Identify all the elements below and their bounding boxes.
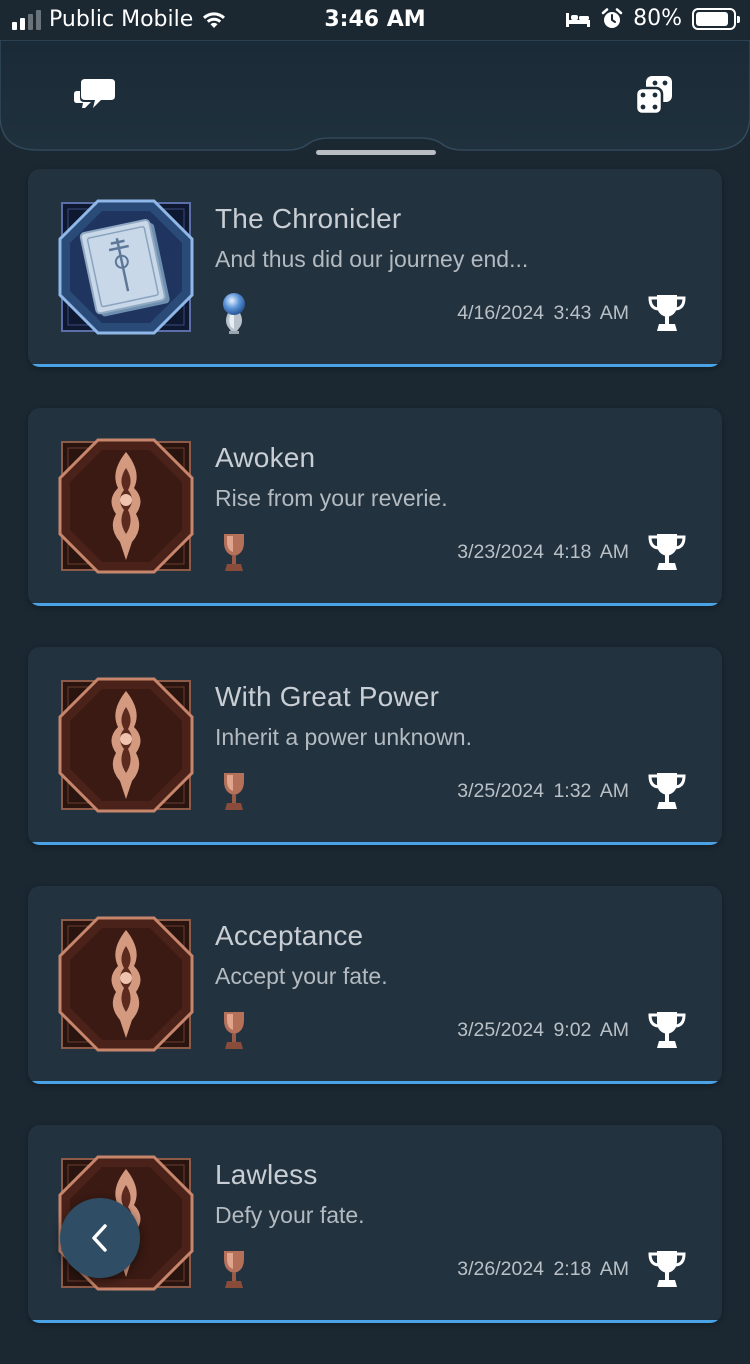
trophy-icon: [648, 1251, 686, 1287]
earned-datetime: 3/26/2024 2:18 AM: [457, 1258, 629, 1281]
chat-bubbles-icon: [74, 79, 115, 108]
trophy-description: Defy your fate.: [215, 1202, 365, 1228]
earned-date: 3/25/2024: [457, 1019, 545, 1041]
dice-icon: [634, 76, 672, 116]
earned-date: 4/16/2024: [457, 302, 545, 324]
earned-datetime: 3/23/2024 4:18 AM: [457, 541, 629, 564]
earned-datetime: 4/16/2024 3:43 AM: [457, 302, 629, 325]
bronze-grade-icon: [224, 1251, 244, 1288]
earned-date: 3/26/2024: [457, 1258, 545, 1280]
drag-handle[interactable]: [316, 150, 436, 155]
trophy-title: Lawless: [215, 1159, 318, 1190]
trophy-card[interactable]: The Chronicler And thus did our journey …: [28, 169, 722, 367]
trophy-card[interactable]: Acceptance Accept your fate. 3/25/2024 9…: [28, 886, 722, 1084]
trophy-icon: [648, 534, 686, 570]
earned-date: 3/23/2024: [457, 541, 545, 563]
trophy-list: The Chronicler And thus did our journey …: [28, 169, 722, 1364]
earned-time: 4:18 AM: [553, 541, 629, 563]
back-button[interactable]: [60, 1198, 140, 1278]
trophy-card[interactable]: Awoken Rise from your reverie. 3/23/2024…: [28, 408, 722, 606]
chat-button[interactable]: [70, 72, 118, 120]
dice-button[interactable]: [630, 72, 678, 120]
trophy-title: Acceptance: [215, 920, 364, 951]
trophy-description: Rise from your reverie.: [215, 485, 448, 511]
bronze-grade-icon: [224, 1012, 244, 1049]
status-bar: Public Mobile 3:46 AM 80%: [0, 0, 750, 40]
earned-time: 2:18 AM: [553, 1258, 629, 1280]
trophy-icon: [648, 1012, 686, 1048]
trophy-title: With Great Power: [215, 681, 440, 712]
trophy-icon: [648, 295, 686, 331]
top-toolbar: [0, 40, 750, 155]
trophy-title: The Chronicler: [215, 203, 402, 234]
trophy-art-emblem: [58, 438, 194, 574]
trophy-description: Inherit a power unknown.: [215, 724, 472, 750]
trophy-title: Awoken: [215, 442, 316, 473]
bronze-grade-icon: [224, 534, 244, 571]
trophy-art-emblem: [58, 916, 194, 1052]
earned-time: 1:32 AM: [553, 780, 629, 802]
battery-icon: [692, 7, 740, 30]
earned-time: 9:02 AM: [553, 1019, 629, 1041]
status-right: 80%: [565, 6, 740, 31]
earned-time: 3:43 AM: [553, 302, 629, 324]
bed-icon: [566, 12, 591, 27]
trophy-icon: [648, 773, 686, 809]
platinum-grade-icon: [223, 293, 245, 334]
alarm-icon: [601, 7, 623, 28]
trophy-description: Accept your fate.: [215, 963, 388, 989]
earned-datetime: 3/25/2024 1:32 AM: [457, 780, 629, 803]
earned-date: 3/25/2024: [457, 780, 545, 802]
trophy-art-emblem: [58, 677, 194, 813]
battery-percent: 80%: [633, 6, 682, 31]
bronze-grade-icon: [224, 773, 244, 810]
trophy-card[interactable]: With Great Power Inherit a power unknown…: [28, 647, 722, 845]
trophy-art-book: [58, 199, 194, 335]
chevron-left-icon: [92, 1224, 107, 1252]
trophy-description: And thus did our journey end...: [215, 246, 529, 272]
earned-datetime: 3/25/2024 9:02 AM: [457, 1019, 629, 1042]
